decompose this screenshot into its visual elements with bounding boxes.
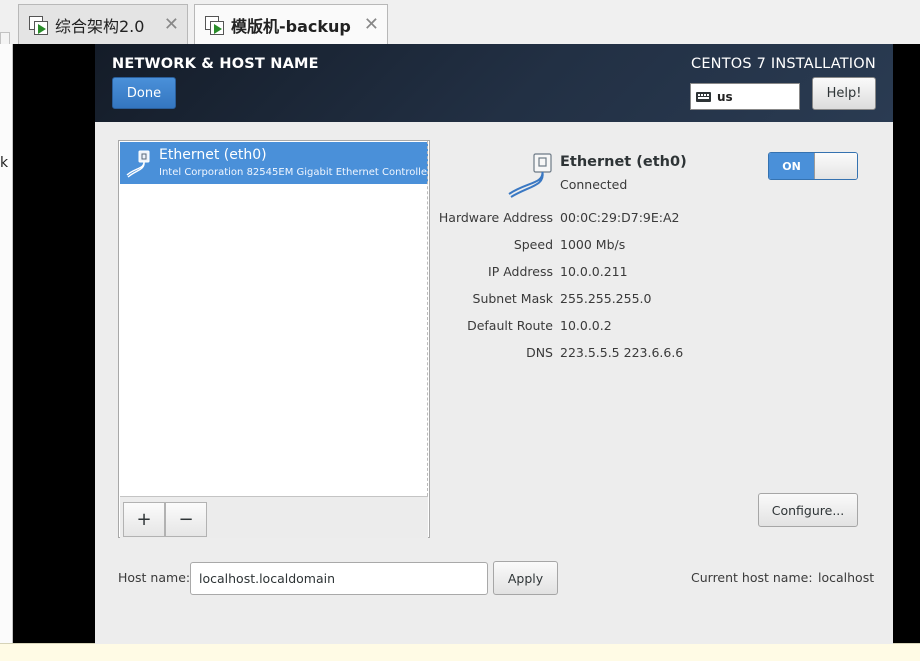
- apply-button[interactable]: Apply: [493, 561, 558, 595]
- default-route-label: Default Route: [467, 318, 553, 333]
- vm-tab-template-backup[interactable]: 模版机-backup ✕: [194, 4, 388, 45]
- page-title: NETWORK & HOST NAME: [112, 56, 319, 72]
- dns-label: DNS: [526, 345, 553, 360]
- product-title: CENTOS 7 INSTALLATION: [691, 56, 876, 72]
- device-detail-name: Ethernet (eth0): [560, 154, 687, 170]
- connection-status: Connected: [560, 177, 628, 192]
- device-power-toggle[interactable]: ON: [768, 152, 858, 180]
- vm-tab-label: 综合架构2.0: [55, 16, 145, 36]
- hardware-address-label: Hardware Address: [438, 210, 553, 225]
- close-icon[interactable]: ✕: [364, 14, 379, 35]
- vm-icon: [205, 16, 224, 35]
- host-side-panel: [0, 44, 13, 644]
- device-list-item[interactable]: Ethernet (eth0) Intel Corporation 82545E…: [120, 142, 428, 184]
- done-button[interactable]: Done: [112, 77, 176, 109]
- host-name-input[interactable]: [190, 562, 488, 595]
- status-bar: [0, 643, 920, 661]
- speed-label: Speed: [513, 237, 553, 252]
- add-device-button[interactable]: +: [123, 502, 165, 537]
- device-description: Intel Corporation 82545EM Gigabit Ethern…: [159, 167, 428, 178]
- installer-header: NETWORK & HOST NAME Done CENTOS 7 INSTAL…: [95, 44, 893, 122]
- vm-tab-label: 模版机-backup: [231, 17, 351, 36]
- help-button[interactable]: Help!: [812, 77, 876, 110]
- toggle-on-label: ON: [769, 153, 814, 179]
- subnet-mask-label: Subnet Mask: [472, 291, 553, 306]
- keyboard-layout-indicator[interactable]: us: [690, 83, 800, 110]
- toggle-knob: [814, 153, 857, 179]
- ethernet-icon: [126, 150, 150, 178]
- speed-value: 1000 Mb/s: [560, 237, 626, 252]
- dns-value: 223.5.5.5 223.6.6.6: [560, 345, 684, 360]
- keyboard-layout-label: us: [717, 89, 733, 104]
- installer-window: NETWORK & HOST NAME Done CENTOS 7 INSTAL…: [95, 44, 893, 644]
- vm-screen-border-right: [893, 44, 920, 644]
- remove-device-button[interactable]: −: [165, 502, 207, 537]
- network-device-list: Ethernet (eth0) Intel Corporation 82545E…: [118, 140, 430, 538]
- vm-screen-border-left: [13, 44, 95, 644]
- host-panel-text: k: [0, 155, 9, 171]
- ip-address-label: IP Address: [488, 264, 553, 279]
- current-host-name-value: localhost: [818, 570, 875, 585]
- vm-icon: [29, 15, 48, 35]
- ethernet-icon: [508, 153, 552, 198]
- device-name: Ethernet (eth0): [159, 147, 267, 163]
- close-icon[interactable]: ✕: [164, 14, 179, 35]
- host-name-label: Host name:: [118, 570, 191, 585]
- configure-button[interactable]: Configure...: [758, 493, 858, 527]
- default-route-value: 10.0.0.2: [560, 318, 612, 333]
- current-host-name-label: Current host name:: [691, 570, 813, 585]
- keyboard-icon: [696, 91, 711, 102]
- vm-tab-integrated-arch[interactable]: 综合架构2.0 ✕: [18, 4, 188, 44]
- vm-tab-bar: 综合架构2.0 ✕ 模版机-backup ✕: [0, 0, 920, 45]
- device-list-toolbar: + −: [120, 496, 428, 538]
- subnet-mask-value: 255.255.255.0: [560, 291, 652, 306]
- hardware-address-value: 00:0C:29:D7:9E:A2: [560, 210, 680, 225]
- ip-address-value: 10.0.0.211: [560, 264, 628, 279]
